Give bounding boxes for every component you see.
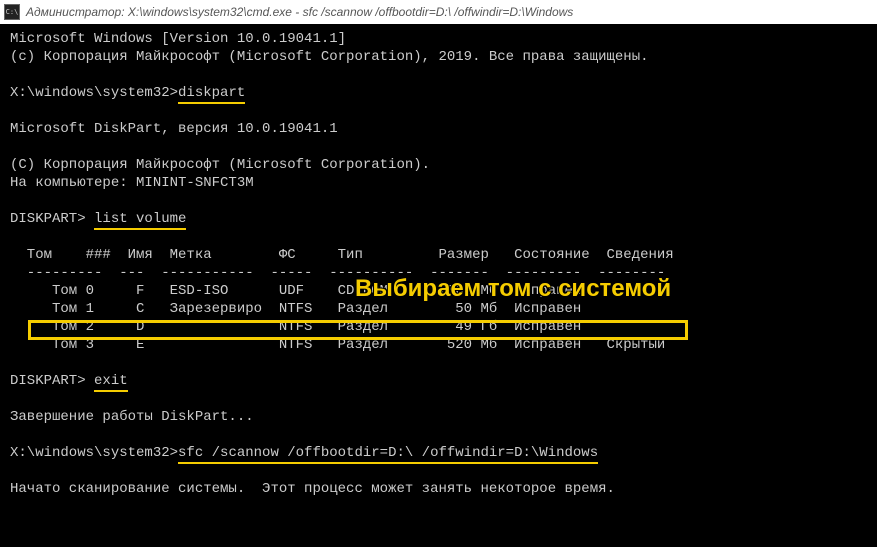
table-row: Том 0 F ESD-ISO UDF CD-ROM 7365 Мб Испра… xyxy=(10,282,867,300)
output-line: Microsoft Windows [Version 10.0.19041.1] xyxy=(10,30,867,48)
prompt-line: X:\windows\system32>diskpart xyxy=(10,84,867,102)
typed-command: diskpart xyxy=(178,85,245,104)
prompt-line: DISKPART> exit xyxy=(10,372,867,390)
output-line: Завершение работы DiskPart... xyxy=(10,408,867,426)
output-line: (c) Корпорация Майкрософт (Microsoft Cor… xyxy=(10,48,867,66)
table-row: Том 1 C Зарезервиро NTFS Раздел 50 Мб Ис… xyxy=(10,300,867,318)
table-row: Том 2 D NTFS Раздел 49 Гб Исправен xyxy=(10,318,867,336)
cmd-icon: C:\ xyxy=(4,4,20,20)
typed-command: list volume xyxy=(94,211,186,230)
window-title: Администратор: X:\windows\system32\cmd.e… xyxy=(26,5,573,19)
prompt-line: X:\windows\system32>sfc /scannow /offboo… xyxy=(10,444,867,462)
output-line: Начато сканирование системы. Этот процес… xyxy=(10,480,867,498)
output-line: (C) Корпорация Майкрософт (Microsoft Cor… xyxy=(10,156,867,174)
terminal-output[interactable]: Microsoft Windows [Version 10.0.19041.1]… xyxy=(0,24,877,547)
table-divider: --------- --- ----------- ----- --------… xyxy=(10,264,867,282)
output-line: На компьютере: MININT-SNFCT3M xyxy=(10,174,867,192)
typed-command: sfc /scannow /offbootdir=D:\ /offwindir=… xyxy=(178,445,598,464)
table-row: Том 3 E NTFS Раздел 520 Мб Исправен Скры… xyxy=(10,336,867,354)
output-line: Microsoft DiskPart, версия 10.0.19041.1 xyxy=(10,120,867,138)
prompt-line: DISKPART> list volume xyxy=(10,210,867,228)
window-titlebar[interactable]: C:\ Администратор: X:\windows\system32\c… xyxy=(0,0,877,24)
typed-command: exit xyxy=(94,373,128,392)
table-header: Том ### Имя Метка ФС Тип Размер Состояни… xyxy=(10,246,867,264)
